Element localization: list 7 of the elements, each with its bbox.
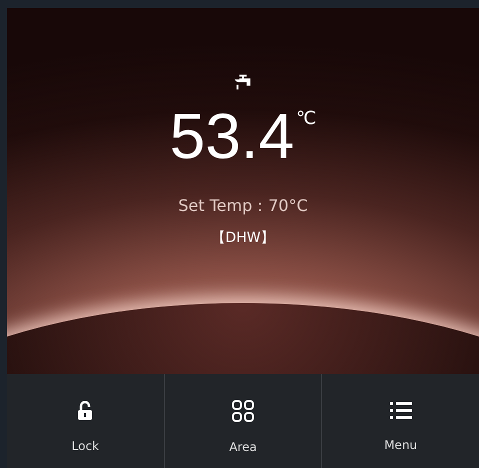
menu-icon (390, 402, 412, 420)
current-temperature: 53.4 (170, 104, 294, 168)
grid-icon (232, 400, 254, 422)
set-temperature: Set Temp：70°C (178, 196, 308, 217)
temperature-unit: ℃ (296, 108, 316, 129)
mode-label: 【DHW】 (211, 229, 275, 247)
open-padlock-icon (77, 401, 94, 421)
